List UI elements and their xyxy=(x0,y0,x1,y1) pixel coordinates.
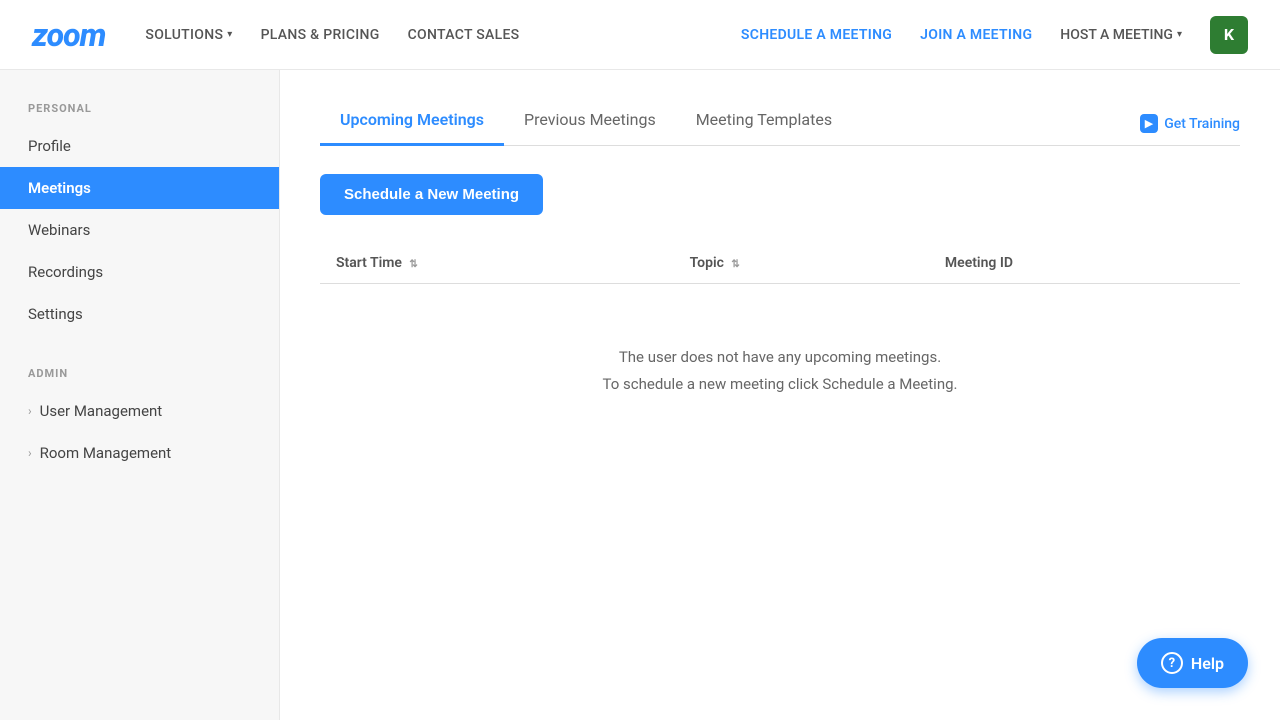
nav-left: SOLUTIONS ▾ PLANS & PRICING CONTACT SALE… xyxy=(145,27,740,43)
video-camera-icon: ▶ xyxy=(1140,114,1158,133)
tabs-row: Upcoming Meetings Previous Meetings Meet… xyxy=(320,98,1240,146)
tab-previous-meetings[interactable]: Previous Meetings xyxy=(504,98,676,146)
header: zoom SOLUTIONS ▾ PLANS & PRICING CONTACT… xyxy=(0,0,1280,70)
sidebar-item-settings[interactable]: Settings xyxy=(0,293,279,335)
body-wrap: PERSONAL Profile Meetings Webinars Recor… xyxy=(0,70,1280,720)
tab-meeting-templates[interactable]: Meeting Templates xyxy=(676,98,852,146)
admin-section-label: ADMIN xyxy=(0,367,279,380)
sort-icon: ⇅ xyxy=(409,259,417,270)
help-button[interactable]: ? Help xyxy=(1137,638,1248,688)
sidebar-item-recordings[interactable]: Recordings xyxy=(0,251,279,293)
nav-plans-pricing[interactable]: PLANS & PRICING xyxy=(261,27,380,43)
nav-contact-sales[interactable]: CONTACT SALES xyxy=(408,27,520,43)
sort-icon: ⇅ xyxy=(731,259,739,270)
meetings-table: Start Time ⇅ Topic ⇅ Meeting ID xyxy=(320,243,1240,458)
admin-section: ADMIN › User Management › Room Managemen… xyxy=(0,367,279,474)
chevron-right-icon: › xyxy=(28,446,32,460)
chevron-down-icon: ▾ xyxy=(1177,29,1182,40)
empty-state-line2: To schedule a new meeting click Schedule… xyxy=(340,371,1220,398)
personal-section-label: PERSONAL xyxy=(0,102,279,115)
sidebar-item-meetings[interactable]: Meetings xyxy=(0,167,279,209)
chevron-right-icon: › xyxy=(28,404,32,418)
col-start-time[interactable]: Start Time ⇅ xyxy=(320,243,674,284)
help-circle-icon: ? xyxy=(1161,652,1183,674)
tab-upcoming-meetings[interactable]: Upcoming Meetings xyxy=(320,98,504,146)
get-training-button[interactable]: ▶ Get Training xyxy=(1140,114,1240,133)
nav-join-meeting[interactable]: JOIN A MEETING xyxy=(920,27,1032,43)
nav-host-meeting[interactable]: HOST A MEETING ▾ xyxy=(1060,27,1182,43)
nav-solutions[interactable]: SOLUTIONS ▾ xyxy=(145,27,232,43)
sidebar-item-webinars[interactable]: Webinars xyxy=(0,209,279,251)
sidebar-item-profile[interactable]: Profile xyxy=(0,125,279,167)
chevron-down-icon: ▾ xyxy=(227,29,232,40)
sidebar-item-room-management[interactable]: › Room Management xyxy=(0,432,279,474)
schedule-new-meeting-button[interactable]: Schedule a New Meeting xyxy=(320,174,543,215)
table-header-row: Start Time ⇅ Topic ⇅ Meeting ID xyxy=(320,243,1240,284)
empty-state-line1: The user does not have any upcoming meet… xyxy=(340,344,1220,371)
col-topic[interactable]: Topic ⇅ xyxy=(674,243,929,284)
col-meeting-id: Meeting ID xyxy=(929,243,1240,284)
sidebar: PERSONAL Profile Meetings Webinars Recor… xyxy=(0,70,280,720)
table-empty-row: The user does not have any upcoming meet… xyxy=(320,284,1240,459)
empty-state: The user does not have any upcoming meet… xyxy=(320,284,1240,458)
avatar[interactable]: K xyxy=(1210,16,1248,54)
nav-schedule-meeting[interactable]: SCHEDULE A MEETING xyxy=(741,27,892,43)
logo[interactable]: zoom xyxy=(32,16,105,54)
main-content: Upcoming Meetings Previous Meetings Meet… xyxy=(280,70,1280,720)
nav-right: SCHEDULE A MEETING JOIN A MEETING HOST A… xyxy=(741,16,1248,54)
sidebar-item-user-management[interactable]: › User Management xyxy=(0,390,279,432)
